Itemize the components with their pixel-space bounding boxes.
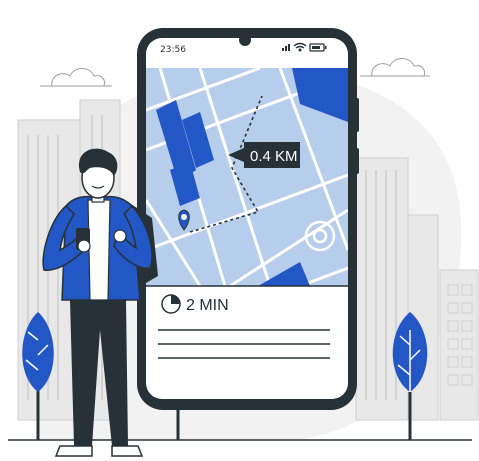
- tree-right: [392, 312, 428, 440]
- cloud-right: [360, 58, 430, 77]
- left-shoe: [54, 445, 93, 457]
- person-shirt: [87, 199, 111, 301]
- right-shoe: [111, 445, 144, 457]
- right-hand: [113, 229, 127, 243]
- front-camera: [239, 34, 251, 46]
- distance-label: 0.4 KM: [250, 148, 298, 165]
- timer-icon: [161, 294, 181, 314]
- eta-label: 2 MIN: [186, 297, 229, 314]
- smartphone: 23:56 0.4 KM 2 MIN: [137, 28, 359, 410]
- side-button-top: [354, 98, 359, 132]
- map-view[interactable]: 0.4 KM: [146, 68, 348, 286]
- navigation-illustration: 23:56 0.4 KM 2 MIN: [8, 28, 479, 457]
- left-hand: [77, 239, 91, 253]
- side-button-bottom: [354, 148, 359, 174]
- cloud-left: [40, 68, 112, 87]
- status-time: 23:56: [160, 45, 186, 55]
